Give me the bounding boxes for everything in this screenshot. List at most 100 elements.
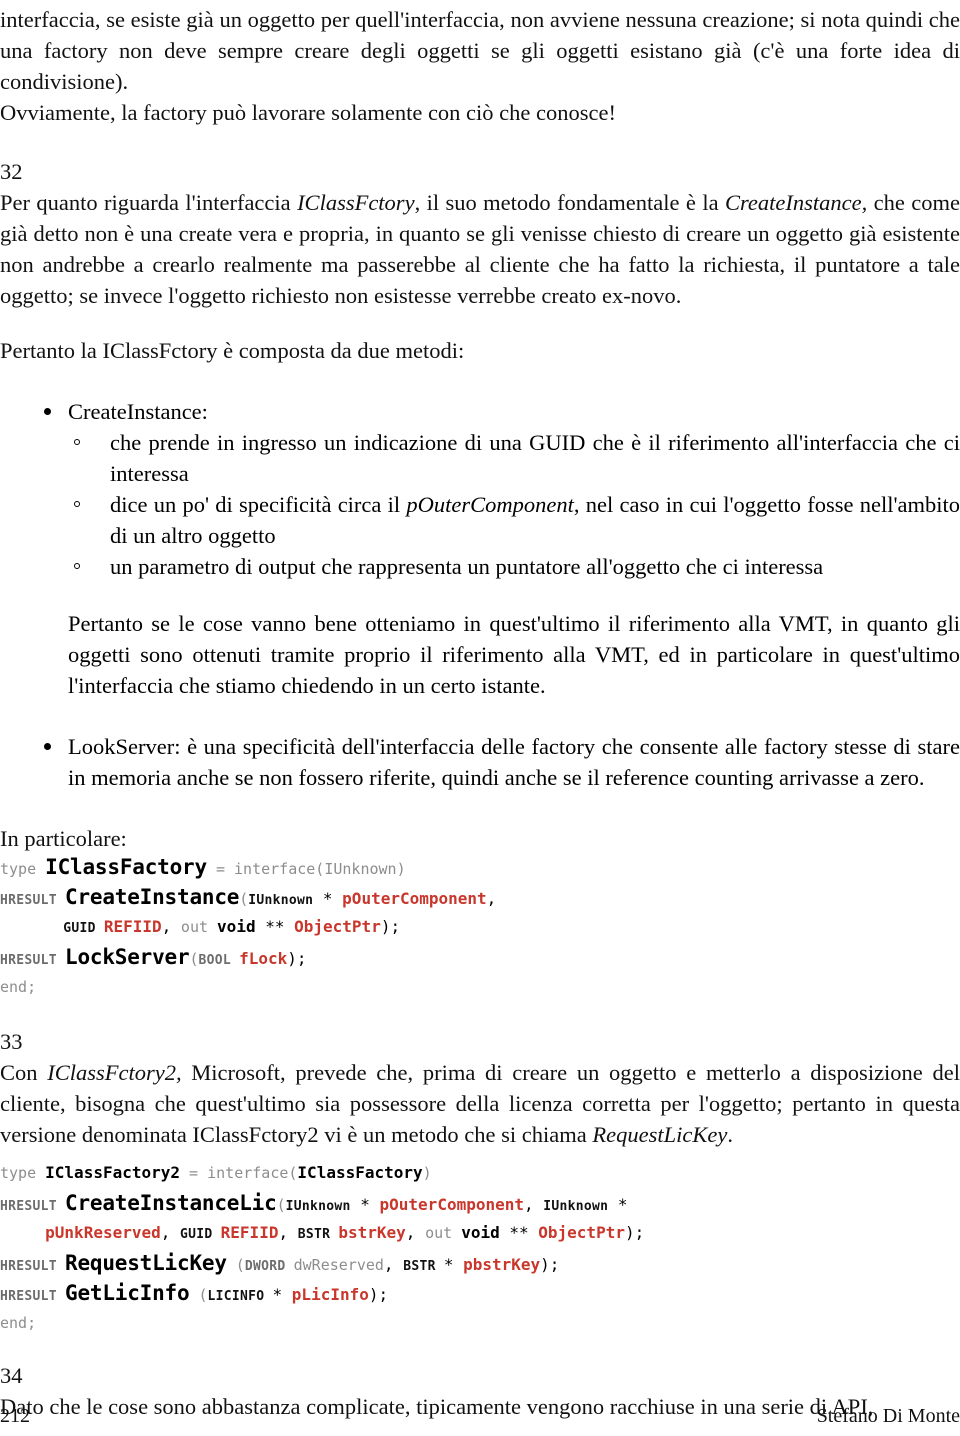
in-particolare-label: In particolare: — [0, 826, 127, 851]
code-token: IClassFactory — [45, 855, 207, 879]
method-list: CreateInstance: che prende in ingresso u… — [0, 396, 960, 793]
list-item: che prende in ingresso un indicazione di… — [68, 427, 960, 489]
code-line: type IClassFactory = interface(IUnknown) — [0, 852, 960, 882]
code-token: ** — [265, 917, 295, 936]
code-token: , — [486, 889, 497, 908]
code-token: ( — [276, 1196, 286, 1214]
list-item: un parametro di output che rappresenta u… — [68, 551, 960, 582]
code-token: out — [425, 1224, 462, 1242]
subitem-text-before: un parametro di output che rappresenta u… — [110, 554, 824, 579]
code-line: HRESULT LockServer(BOOL fLock); — [0, 942, 960, 972]
code-token: IUnknown — [543, 1199, 609, 1214]
subitem-text-before: che prende in ingresso un indicazione di… — [110, 430, 960, 486]
code-line: end; — [0, 1308, 960, 1338]
section-32-paragraph-a: Per quanto riguarda l'interfaccia IClass… — [0, 187, 960, 311]
code-token: ** — [509, 1223, 539, 1242]
code-token: pOuterComponent — [342, 889, 487, 908]
code-token: ); — [380, 917, 401, 936]
code-token: bstrKey — [338, 1223, 406, 1242]
para-a-italic-1: IClassFctory — [297, 190, 415, 215]
code-token: = — [206, 860, 235, 878]
code-token: ); — [540, 1255, 560, 1274]
code-token: ( — [189, 1286, 208, 1304]
code-token: ); — [624, 1223, 645, 1242]
code-token: pbstrKey — [463, 1255, 541, 1274]
code-token: IUnknown — [285, 1199, 351, 1214]
code-token: HRESULT — [0, 893, 66, 908]
list-item-createinstance: CreateInstance: che prende in ingresso u… — [0, 396, 960, 701]
code-token: ) — [422, 1164, 432, 1182]
code-token: , — [383, 1255, 404, 1274]
intro-paragraph: interfaccia, se esiste già un oggetto pe… — [0, 7, 960, 94]
code-token: REFIID — [220, 1223, 279, 1242]
code-line: HRESULT CreateInstanceLic(IUnknown * pOu… — [0, 1188, 960, 1218]
code-token: HRESULT — [0, 1199, 66, 1214]
code-token: ObjectPtr — [294, 917, 381, 936]
code-token: pOuterComponent — [379, 1195, 525, 1214]
code-token: IClassFactory — [297, 1163, 423, 1182]
code-token: ( — [226, 1256, 245, 1274]
code-token: , — [160, 1223, 181, 1242]
para-start: Con — [0, 1060, 48, 1085]
code-token: DWORD — [244, 1259, 294, 1274]
para-a-italic-2: CreateInstance, — [724, 190, 868, 215]
code-token: interface( — [207, 1164, 298, 1182]
code-block-iclassfactory2: type IClassFactory2 = interface(IClassFa… — [0, 1158, 960, 1338]
code-token: void — [461, 1223, 510, 1242]
subitem-text-before: dice un po' di specificità circa il — [110, 492, 407, 517]
code-token: GUID — [180, 1227, 221, 1242]
section-number-34: 34 — [0, 1363, 23, 1388]
code-token: * — [272, 1285, 292, 1304]
code-token: fLock — [239, 949, 288, 968]
createinstance-sublist: che prende in ingresso un indicazione di… — [68, 427, 960, 582]
list-item: dice un po' di specificità circa il pOut… — [68, 489, 960, 551]
code-token: end; — [0, 1314, 37, 1332]
footer-page-number: 212 — [0, 1405, 30, 1427]
code-token: LICINFO — [207, 1289, 273, 1304]
footer-author: Stefano Di Monte — [816, 1405, 960, 1427]
code-token: , — [278, 1223, 298, 1242]
code-token: ); — [368, 1285, 389, 1304]
code-line: GUID REFIID, out void ** ObjectPtr); — [0, 912, 960, 942]
page-footer: 212 Stefano Di Monte — [0, 1405, 960, 1428]
code-token: IUnknown — [248, 893, 314, 908]
code-token: out — [180, 918, 218, 936]
code-line: HRESULT CreateInstance(IUnknown * pOuter… — [0, 882, 960, 912]
code-token: * — [313, 889, 343, 908]
code-token: GetLicInfo — [65, 1281, 190, 1305]
intro-paragraph-2: Ovviamente, la factory può lavorare sola… — [0, 100, 616, 125]
code-token: HRESULT — [0, 953, 66, 968]
circle-bullet-icon — [74, 501, 80, 507]
list-item-label: LookServer: è una specificità dell'inter… — [68, 734, 960, 790]
para-a-mid: , il suo metodo fondamentale è la — [414, 190, 725, 215]
code-token: CreateInstance — [65, 885, 240, 909]
code-token: end; — [0, 978, 37, 996]
code-token: REFIID — [103, 917, 162, 936]
document-page: interfaccia, se esiste già un oggetto pe… — [0, 0, 960, 1436]
code-block-iclassfactory: type IClassFactory = interface(IUnknown)… — [0, 852, 960, 1002]
code-token: HRESULT — [0, 1289, 66, 1304]
para-italic-1: IClassFctory2, — [47, 1060, 182, 1085]
subitem-italic: pOuterComponent — [406, 492, 574, 517]
circle-bullet-icon — [74, 563, 80, 569]
code-token: * — [608, 1195, 628, 1214]
code-line: HRESULT RequestLicKey (DWORD dwReserved,… — [0, 1248, 960, 1278]
list-item-lookserver: LookServer: è una specificità dell'inter… — [0, 731, 960, 793]
code-token: ( — [239, 890, 249, 908]
section-number-33: 33 — [0, 1029, 23, 1054]
circle-bullet-icon — [74, 439, 80, 445]
code-token: * — [350, 1195, 380, 1214]
para-italic-2: RequestLicKey — [592, 1122, 728, 1147]
disc-bullet-icon — [44, 408, 51, 415]
para-a-start: Per quanto riguarda l'interfaccia — [0, 190, 298, 215]
code-token: , — [405, 1223, 426, 1242]
code-token: CreateInstanceLic — [65, 1191, 277, 1215]
code-token: , — [524, 1195, 544, 1214]
disc-bullet-icon — [44, 743, 51, 750]
createinstance-followup-paragraph: Pertanto se le cose vanno bene otteniamo… — [68, 611, 960, 698]
code-token: type — [0, 860, 46, 878]
section-number-32: 32 — [0, 159, 23, 184]
code-token: HRESULT — [0, 1259, 66, 1274]
code-token: ); — [287, 949, 307, 968]
